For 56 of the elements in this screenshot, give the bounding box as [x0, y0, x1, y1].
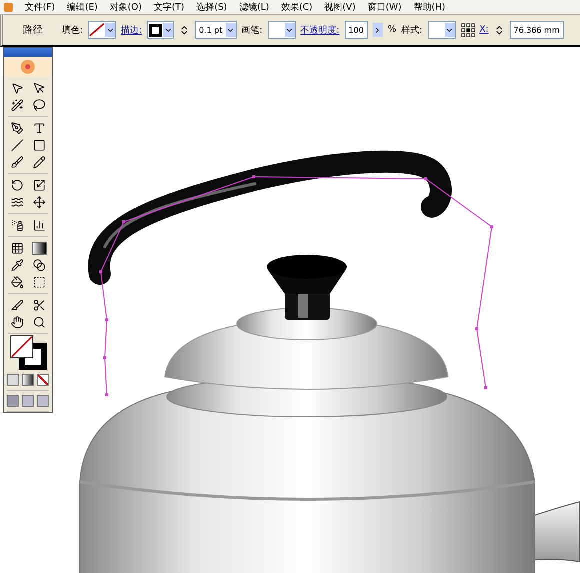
percent-sign: %: [388, 25, 397, 35]
pencil-icon[interactable]: [32, 156, 46, 168]
swatch-dropdown[interactable]: [268, 21, 296, 39]
gradient-mode-icon[interactable]: [22, 374, 34, 386]
option-link[interactable]: 不透明度:: [300, 24, 340, 36]
menu-item[interactable]: 文件(F): [25, 0, 56, 14]
swatch-dropdown[interactable]: [428, 21, 456, 39]
scale-icon[interactable]: [32, 178, 46, 192]
opacity-field[interactable]: 100: [344, 21, 368, 39]
swatch-dropdown[interactable]: [147, 21, 174, 39]
fill-stroke-icon[interactable]: [8, 334, 48, 370]
hollow-pointer-icon[interactable]: [32, 82, 46, 94]
menu-item[interactable]: 效果(C): [281, 0, 313, 14]
swatch-dropdown[interactable]: [88, 21, 116, 39]
scissors-icon[interactable]: [32, 298, 46, 312]
rotate-icon[interactable]: [10, 178, 24, 192]
menu-item[interactable]: 选择(S): [196, 0, 228, 14]
knife-icon[interactable]: [10, 298, 24, 312]
reference-point-icon[interactable]: [460, 23, 475, 37]
menu-item[interactable]: 滤镜(L): [239, 0, 270, 14]
option-link[interactable]: X:: [480, 25, 489, 35]
menu-item[interactable]: 编辑(E): [67, 0, 98, 14]
option-label: 样式:: [402, 24, 423, 36]
option-link[interactable]: 描边:: [121, 24, 142, 36]
gradient-icon[interactable]: [32, 242, 46, 254]
option-label: 画笔:: [242, 24, 263, 36]
wand-icon[interactable]: [10, 98, 24, 112]
transform-icon[interactable]: [32, 196, 46, 208]
selection-type-label: 路径: [23, 24, 43, 37]
type-icon[interactable]: [32, 122, 46, 134]
option-label: 填色:: [62, 24, 84, 36]
warp-icon[interactable]: [10, 196, 24, 208]
menu-item[interactable]: 帮助(H): [414, 0, 446, 14]
eyedropper-icon[interactable]: [10, 258, 24, 272]
stroke-weight-field[interactable]: 0.1 pt: [195, 21, 237, 39]
menu-item[interactable]: 文字(T): [154, 0, 185, 14]
pen-nib-icon[interactable]: [10, 122, 24, 134]
brush-icon[interactable]: [10, 156, 24, 168]
line-icon[interactable]: [10, 138, 24, 152]
arrow-pointer-icon[interactable]: [10, 82, 24, 94]
dashed-selection-icon[interactable]: [32, 276, 46, 288]
bucket-icon[interactable]: [10, 276, 24, 288]
search-icon[interactable]: [32, 316, 46, 328]
rectangle-icon[interactable]: [32, 138, 46, 152]
x-coordinate-field[interactable]: 76.366 mm: [510, 21, 564, 39]
menu-item[interactable]: 窗口(W): [368, 0, 402, 14]
hand-icon[interactable]: [10, 316, 24, 328]
blend-icon[interactable]: [32, 258, 46, 272]
mesh-icon[interactable]: [10, 242, 24, 254]
lasso-icon[interactable]: [32, 98, 46, 112]
color-mode-icon[interactable]: [7, 374, 19, 386]
menu-item[interactable]: 视图(V): [324, 0, 356, 14]
menu-item[interactable]: 对象(O): [110, 0, 142, 14]
flower-icon: [5, 57, 51, 77]
bar-chart-icon[interactable]: [32, 218, 46, 232]
none-mode-icon[interactable]: [37, 374, 49, 386]
